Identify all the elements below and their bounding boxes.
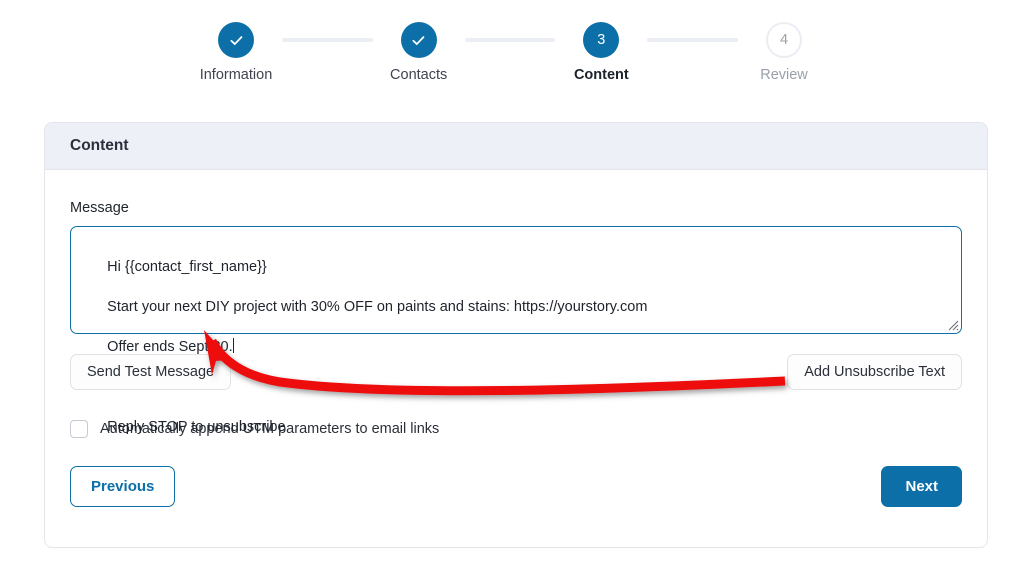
step-label-information: Information xyxy=(199,67,273,83)
add-unsubscribe-text-button[interactable]: Add Unsubscribe Text xyxy=(787,354,962,390)
step-label-contacts: Contacts xyxy=(390,67,448,83)
stepper-connector-3 xyxy=(647,38,739,42)
message-label: Message xyxy=(70,200,129,216)
stepper-step-contacts[interactable]: Contacts xyxy=(373,22,465,83)
card-title: Content xyxy=(70,137,129,154)
content-card: Content Message Hi {{contact_first_name}… xyxy=(44,122,988,548)
stepper-step-review[interactable]: 4 Review xyxy=(738,22,830,83)
step-circle-1[interactable] xyxy=(218,22,254,58)
message-action-row: Send Test Message Add Unsubscribe Text xyxy=(70,354,962,390)
message-textarea[interactable]: Hi {{contact_first_name}} Start your nex… xyxy=(70,226,962,435)
card-header: Content xyxy=(45,123,987,170)
text-cursor xyxy=(232,338,234,353)
stepper-connector-1 xyxy=(282,38,373,42)
next-button[interactable]: Next xyxy=(881,466,962,507)
stepper-connector-2 xyxy=(464,38,556,42)
stepper-step-information[interactable]: Information xyxy=(190,22,282,83)
resize-handle-icon[interactable] xyxy=(946,318,959,331)
check-icon xyxy=(412,35,425,45)
step-circle-2[interactable] xyxy=(400,22,437,58)
progress-stepper: Information Contacts 3 Content 4 Review xyxy=(190,22,830,92)
message-line-2: Start your next DIY project with 30% OFF… xyxy=(107,299,648,315)
message-line-5: Reply STOP to unsubscribe xyxy=(107,419,286,435)
step-label-content: Content xyxy=(573,67,629,83)
step-circle-4[interactable]: 4 xyxy=(766,22,803,58)
message-line-1: Hi {{contact_first_name}} xyxy=(107,259,267,275)
check-icon xyxy=(229,35,242,45)
card-body: Message Hi {{contact_first_name}} Start … xyxy=(45,200,987,507)
message-line-3: Offer ends Sept 30. xyxy=(107,339,233,355)
stepper-step-content[interactable]: 3 Content xyxy=(555,22,647,83)
step-circle-3[interactable]: 3 xyxy=(583,22,620,58)
wizard-nav-row: Previous Next xyxy=(70,466,962,507)
step-label-review: Review xyxy=(760,67,808,83)
